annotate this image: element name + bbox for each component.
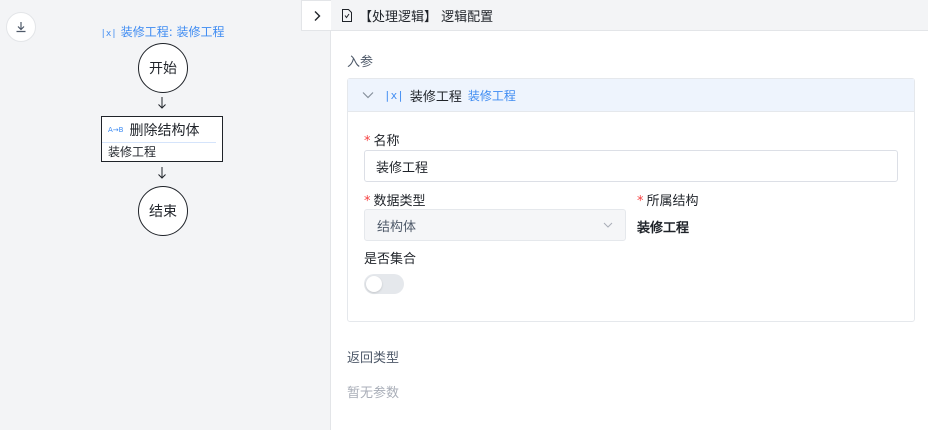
param-card-header[interactable]: |x| 装修工程 装修工程 bbox=[348, 79, 914, 112]
delete-struct-node[interactable]: A→B 删除结构体 装修工程 bbox=[101, 116, 223, 162]
node-subtitle: 装修工程 bbox=[108, 145, 157, 159]
param-name: 装修工程 bbox=[409, 89, 462, 105]
param-type: 装修工程 bbox=[467, 88, 516, 103]
required-mark: * bbox=[364, 194, 371, 209]
datatype-label: * 数据类型 bbox=[364, 194, 426, 209]
required-mark: * bbox=[364, 134, 371, 149]
struct-value: 装修工程 bbox=[637, 221, 690, 236]
end-node[interactable]: 结束 bbox=[138, 186, 188, 236]
return-section-label: 返回类型 bbox=[347, 351, 400, 366]
arrow-down-icon bbox=[156, 96, 168, 110]
panel-title: 【处理逻辑】 逻辑配置 bbox=[359, 9, 494, 25]
arrow-down-icon bbox=[156, 166, 168, 180]
document-icon bbox=[342, 8, 352, 22]
node-title: 删除结构体 bbox=[129, 122, 200, 139]
variable-icon: |x| bbox=[100, 29, 117, 39]
panel-header: 【处理逻辑】 逻辑配置 bbox=[331, 0, 928, 31]
collapse-panel-button[interactable] bbox=[301, 0, 331, 31]
variable-icon: |x| bbox=[384, 88, 404, 102]
flow-title: |x| 装修工程: 装修工程 bbox=[100, 25, 225, 39]
transform-icon: A→B bbox=[108, 125, 124, 134]
struct-label: * 所属结构 bbox=[637, 194, 699, 209]
config-panel: 【处理逻辑】 逻辑配置 入参 |x| 装修工程 装修工程 *名称 *数据类型 结… bbox=[301, 0, 928, 430]
collection-label: 是否集合 bbox=[364, 252, 417, 267]
chevron-down-icon[interactable] bbox=[362, 91, 374, 99]
name-label: * 名称 bbox=[364, 134, 400, 149]
required-mark: * bbox=[637, 194, 644, 209]
collection-toggle[interactable] bbox=[364, 274, 404, 294]
chevron-down-icon bbox=[603, 222, 613, 228]
datatype-value: 结构体 bbox=[377, 219, 417, 235]
toggle-knob bbox=[366, 276, 382, 292]
datatype-select[interactable]: 结构体 bbox=[364, 209, 626, 241]
name-input[interactable] bbox=[364, 150, 898, 182]
param-card: |x| 装修工程 装修工程 *名称 *数据类型 结构体 *所属结构 装修工程 是… bbox=[347, 78, 915, 322]
start-node[interactable]: 开始 bbox=[138, 43, 188, 93]
input-section-label: 入参 bbox=[347, 55, 374, 70]
chevron-right-icon bbox=[314, 10, 320, 21]
flow-canvas: |x| 装修工程: 装修工程 开始 A→B 删除结构体 装修工程 结束 bbox=[0, 0, 331, 430]
no-params-text: 暂无参数 bbox=[347, 386, 400, 401]
